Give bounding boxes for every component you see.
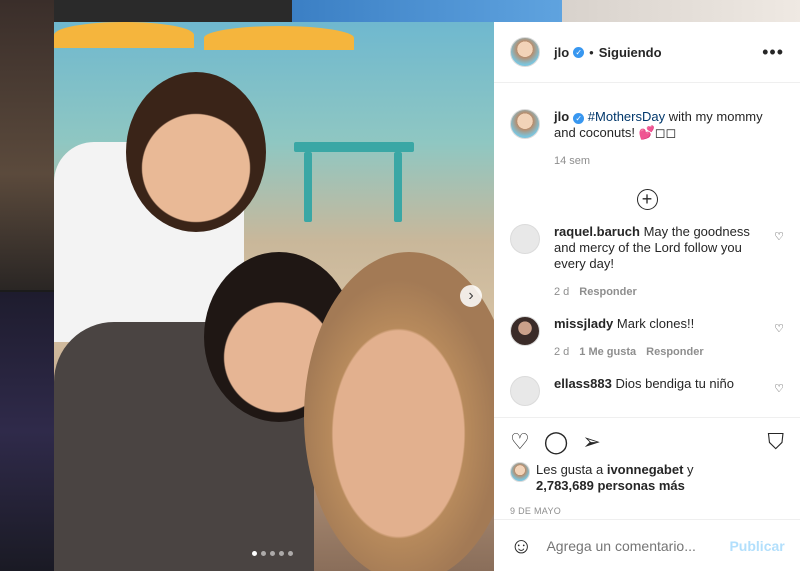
comments-section: jlo ✓ #MothersDay with my mommy and cocon…	[494, 83, 800, 417]
verified-badge-icon: ✓	[573, 113, 585, 124]
verified-badge-icon: ✓	[573, 46, 585, 58]
umbrella-shape	[204, 26, 354, 50]
author-avatar[interactable]	[510, 37, 540, 67]
comment-likes-count[interactable]: 1 Me gusta	[579, 346, 636, 358]
comment-text: Dios bendiga tu niño	[615, 376, 734, 391]
comment-body: ellass883 Dios bendiga tu niño	[554, 376, 768, 406]
likes-text: Les gusta a ivonnegabet y 2,783,689 pers…	[536, 462, 694, 494]
carousel-dot	[270, 551, 275, 556]
post-comment-button[interactable]: Publicar	[729, 538, 784, 554]
share-send-icon[interactable]: ➢	[582, 429, 600, 455]
like-heart-icon[interactable]: ♡	[510, 429, 530, 455]
comment-meta: 2 d Responder	[554, 284, 768, 300]
comment-avatar[interactable]	[510, 316, 540, 346]
more-options-icon[interactable]: •••	[762, 42, 784, 63]
caption-text-block: jlo ✓ #MothersDay with my mommy and cocon…	[554, 109, 784, 169]
caption: jlo ✓ #MothersDay with my mommy and cocon…	[510, 83, 784, 169]
background-feed-image-top-right	[562, 0, 800, 22]
emoji-icon[interactable]: ☺	[510, 533, 532, 559]
comment-text: Mark clones!!	[616, 316, 695, 331]
comment-body: raquel.baruch May the goodness and mercy…	[554, 224, 768, 300]
author-username[interactable]: jlo	[554, 45, 569, 60]
boy-face	[126, 72, 266, 232]
load-more-comments-icon[interactable]: +	[636, 189, 658, 210]
likes-connector: y	[683, 462, 694, 477]
save-bookmark-icon[interactable]: ⛉	[767, 429, 784, 455]
comment-like-heart-icon[interactable]: ♡	[774, 322, 784, 360]
background-feed-image-top-middle	[292, 0, 562, 22]
caption-hashtag[interactable]: #MothersDay	[588, 109, 665, 124]
comment-username[interactable]: raquel.baruch	[554, 224, 640, 239]
caption-username[interactable]: jlo	[554, 109, 569, 124]
caption-avatar[interactable]	[510, 109, 540, 139]
post-header: jlo ✓ • Siguiendo •••	[494, 22, 800, 83]
comment-avatar[interactable]	[510, 376, 540, 406]
liker-username[interactable]: ivonnegabet	[607, 462, 684, 477]
umbrella-shape	[54, 22, 194, 48]
add-comment-bar: ☺ Publicar	[494, 519, 800, 571]
comment-body: missjlady Mark clones!! 2 d 1 Me gusta Res…	[554, 316, 768, 360]
comment-item: raquel.baruch May the goodness and mercy…	[510, 224, 784, 300]
liker-avatar[interactable]	[510, 462, 530, 482]
comment-username[interactable]: missjlady	[554, 316, 613, 331]
separator-dot: •	[589, 44, 594, 60]
cafe-table-leg	[394, 152, 402, 222]
likes-summary: Les gusta a ivonnegabet y 2,783,689 pers…	[510, 462, 784, 494]
comment-username[interactable]: ellass883	[554, 376, 612, 391]
post-side-panel: jlo ✓ • Siguiendo ••• jlo ✓ #MothersDay w…	[494, 22, 800, 571]
comment-item: ellass883 Dios bendiga tu niño ♡	[510, 376, 784, 406]
comment-input[interactable]	[544, 536, 730, 555]
carousel-dots	[252, 551, 293, 556]
action-icons: ♡ ◯ ➢ ⛉	[510, 426, 784, 458]
next-arrow-icon[interactable]: ›	[460, 285, 482, 307]
likes-count-others[interactable]: 2,783,689 personas más	[536, 478, 685, 493]
comment-like-heart-icon[interactable]: ♡	[774, 230, 784, 300]
background-feed-image-left	[0, 0, 54, 290]
cafe-table-shape	[294, 142, 414, 152]
cafe-table-leg	[304, 152, 312, 222]
reply-button[interactable]: Responder	[579, 286, 636, 298]
comment-like-heart-icon[interactable]: ♡	[774, 382, 784, 406]
caption-time: 14 sem	[554, 155, 591, 167]
comment-item: missjlady Mark clones!! 2 d 1 Me gusta Res…	[510, 316, 784, 360]
post-date[interactable]: 9 DE MAYO	[510, 506, 784, 516]
carousel-dot	[252, 551, 257, 556]
reply-button[interactable]: Responder	[646, 346, 703, 358]
background-feed-image-left-bottom	[0, 292, 54, 571]
likes-prefix: Les gusta a	[536, 462, 607, 477]
comment-bubble-icon[interactable]: ◯	[544, 429, 569, 455]
comment-avatar[interactable]	[510, 224, 540, 254]
carousel-dot	[288, 551, 293, 556]
comment-time: 2 d	[554, 286, 570, 298]
carousel-dot	[279, 551, 284, 556]
comment-meta: 2 d 1 Me gusta Responder	[554, 344, 768, 360]
post-photo[interactable]: ›	[54, 22, 494, 571]
background-feed-image-top	[54, 0, 292, 22]
following-button[interactable]: Siguiendo	[599, 45, 662, 60]
carousel-dot	[261, 551, 266, 556]
comment-time: 2 d	[554, 346, 570, 358]
